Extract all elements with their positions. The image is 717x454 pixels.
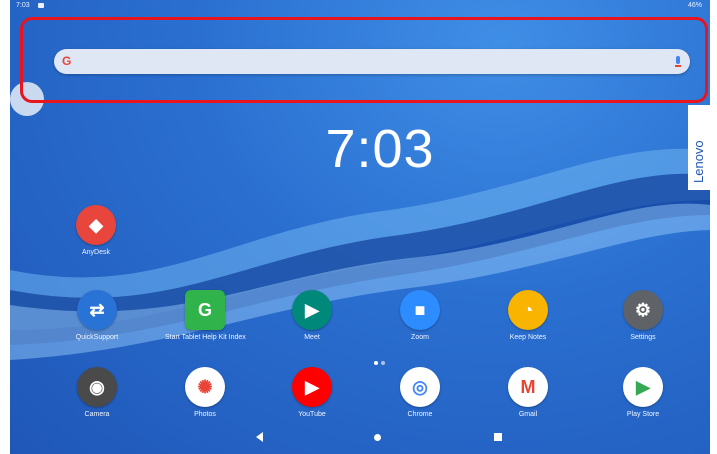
app-label: AnyDesk <box>81 249 110 256</box>
page-dot <box>374 361 378 365</box>
meet-icon: ▶ <box>292 290 332 330</box>
app-label: QuickSupport <box>75 334 119 341</box>
app-meet[interactable]: ▶ Meet <box>272 290 352 341</box>
app-label: Camera <box>84 411 110 418</box>
app-gmail[interactable]: M Gmail <box>488 367 568 418</box>
chrome-icon-glyph: ◎ <box>412 376 428 397</box>
app-quicksupport[interactable]: ⇄ QuickSupport <box>57 290 137 341</box>
photos-icon-glyph: ✺ <box>197 376 213 397</box>
app-helpkit[interactable]: G Start Tablet Help Kit Index <box>165 290 246 341</box>
clock-widget[interactable]: 7:03 <box>310 118 450 180</box>
photos-icon: ✺ <box>185 367 225 407</box>
play-store-icon: ▶ <box>623 367 663 407</box>
back-button[interactable] <box>256 432 263 442</box>
highlight-box <box>20 17 708 103</box>
page-dot <box>381 361 385 365</box>
quicksupport-icon: ⇄ <box>77 290 117 330</box>
brand-label: Lenovo <box>691 140 706 183</box>
status-bar: 7:03 46% <box>10 0 710 12</box>
helpkit-icon: G <box>185 290 225 330</box>
camera-status-icon <box>38 3 44 8</box>
app-photos[interactable]: ✺ Photos <box>165 367 245 418</box>
app-label: Keep Notes <box>509 334 547 341</box>
keep-icon: ◔ <box>508 290 548 330</box>
status-time: 7:03 <box>16 2 30 9</box>
app-youtube[interactable]: ▶ YouTube <box>272 367 352 418</box>
recents-button[interactable] <box>494 433 502 441</box>
brand-tab: Lenovo <box>688 105 710 190</box>
play-store-icon-glyph: ▶ <box>636 376 650 397</box>
meet-icon-glyph: ▶ <box>305 299 319 320</box>
app-camera[interactable]: ◉ Camera <box>57 367 137 418</box>
youtube-icon-glyph: ▶ <box>305 376 319 397</box>
chrome-icon: ◎ <box>400 367 440 407</box>
navigation-bar <box>10 425 710 454</box>
gear-icon-glyph: ⚙ <box>634 299 652 320</box>
anydesk-icon: ◆ <box>76 205 116 245</box>
page-indicator <box>374 352 388 370</box>
app-label: Photos <box>194 411 216 418</box>
home-button[interactable] <box>374 434 381 441</box>
helpkit-icon-glyph: G <box>197 299 212 320</box>
app-label: Zoom <box>411 334 429 341</box>
app-keep[interactable]: ◔ Keep Notes <box>488 290 568 341</box>
app-label: YouTube <box>298 411 326 418</box>
battery-level: 46% <box>687 2 702 9</box>
app-gear[interactable]: ⚙ Settings <box>603 290 683 341</box>
youtube-icon: ▶ <box>292 367 332 407</box>
app-label: Meet <box>304 334 320 341</box>
app-anydesk[interactable]: ◆ AnyDesk <box>56 205 136 256</box>
app-zoom[interactable]: ■ Zoom <box>380 290 460 341</box>
camera-icon: ◉ <box>77 367 117 407</box>
zoom-icon: ■ <box>400 290 440 330</box>
gear-icon: ⚙ <box>623 290 663 330</box>
app-label: Play Store <box>626 411 660 418</box>
app-label: Gmail <box>518 411 538 418</box>
anydesk-icon-glyph: ◆ <box>89 214 103 235</box>
quicksupport-icon-glyph: ⇄ <box>89 299 105 320</box>
app-label: Chrome <box>407 411 433 418</box>
app-play-store[interactable]: ▶ Play Store <box>603 367 683 418</box>
gmail-icon-glyph: M <box>520 376 536 397</box>
app-label: Start Tablet Help Kit Index <box>165 334 246 341</box>
camera-icon-glyph: ◉ <box>89 376 105 397</box>
app-chrome[interactable]: ◎ Chrome <box>380 367 460 418</box>
app-label: Settings <box>630 334 656 341</box>
gmail-icon: M <box>508 367 548 407</box>
keep-icon-glyph: ◔ <box>522 299 534 320</box>
zoom-icon-glyph: ■ <box>414 299 426 320</box>
